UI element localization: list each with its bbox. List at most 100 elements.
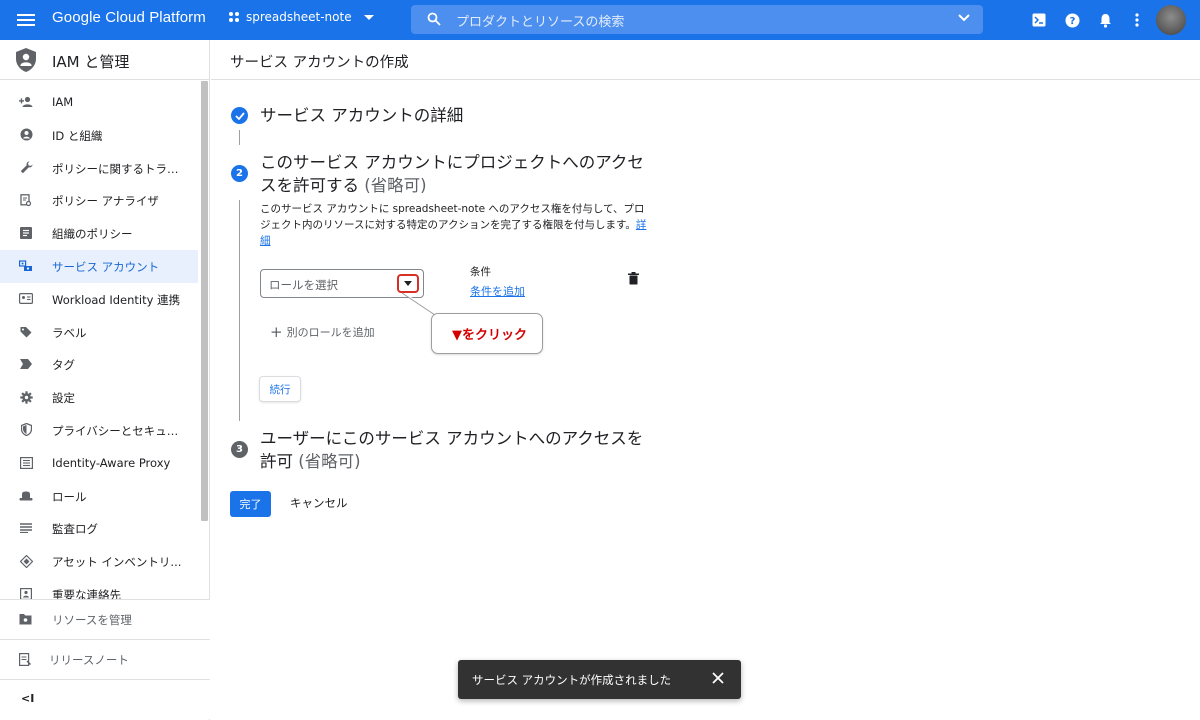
- sidebar-item-label: 監査ログ: [52, 522, 98, 537]
- sidebar-item-tags[interactable]: タグ: [0, 348, 198, 381]
- sidebar-item-workload-identity[interactable]: Workload Identity 連携: [0, 283, 198, 316]
- sidebar-item-roles[interactable]: ロール: [0, 480, 198, 513]
- more-vert-icon[interactable]: [1128, 11, 1146, 29]
- continue-button[interactable]: 続行: [259, 376, 301, 402]
- chevron-down-icon: [363, 14, 374, 20]
- cancel-button[interactable]: キャンセル: [290, 495, 348, 511]
- proxy-icon: [19, 456, 33, 470]
- delete-icon[interactable]: [628, 272, 639, 285]
- project-icon: [229, 12, 239, 22]
- release-notes-link[interactable]: リリースノート: [0, 639, 210, 679]
- sidebar-item-labels[interactable]: ラベル: [0, 316, 198, 349]
- sidebar-nav: IAM ID と組織 ポリシーに関するトラブ... ポリシー アナライザ 組織の…: [0, 86, 198, 611]
- folder-gear-icon: [19, 614, 32, 625]
- add-condition-link[interactable]: 条件を追加: [470, 283, 525, 299]
- collapse-icon: <I: [21, 692, 35, 705]
- learn-more-link[interactable]: 詳: [636, 219, 647, 231]
- sidebar-item-label: ロール: [52, 489, 87, 504]
- annotation-callout: ▼をクリック: [431, 313, 543, 354]
- label-icon: [19, 325, 33, 339]
- sidebar-item-label: プライバシーとセキュリ...: [52, 423, 187, 438]
- asset-icon: [19, 554, 33, 568]
- tag-icon: [19, 357, 33, 371]
- list-icon: [19, 521, 33, 535]
- sidebar-item-iap[interactable]: Identity-Aware Proxy: [0, 447, 198, 480]
- step-connector: [239, 130, 240, 145]
- step1-title[interactable]: サービス アカウントの詳細: [260, 104, 463, 127]
- step-connector: [239, 200, 240, 421]
- sidebar-item-label: ラベル: [52, 325, 87, 340]
- project-name: spreadsheet-note: [246, 10, 352, 24]
- step3-number: 3: [231, 441, 248, 458]
- shield-icon: [19, 423, 33, 437]
- condition-label: 条件: [470, 266, 491, 278]
- gear-icon: [19, 390, 33, 404]
- sidebar-header: IAM と管理: [0, 40, 210, 80]
- sidebar-item-label: ポリシー アナライザ: [52, 194, 159, 209]
- menu-icon[interactable]: [17, 11, 35, 29]
- add-role-label: 別のロールを追加: [286, 326, 375, 339]
- sidebar-item-org-policies[interactable]: 組織のポリシー: [0, 217, 198, 250]
- manage-resources-link[interactable]: リソースを管理: [0, 599, 210, 639]
- account-circle-icon: [19, 128, 33, 142]
- snackbar: サービス アカウントが作成されました: [458, 660, 741, 699]
- check-circle-icon: [231, 107, 248, 124]
- step2-title[interactable]: このサービス アカウントにプロジェクトへのアクセ スを許可する (省略可): [260, 151, 660, 197]
- learn-more-link-cont[interactable]: 細: [260, 235, 271, 247]
- sidebar-item-label: サービス アカウント: [52, 259, 160, 274]
- policy-search-icon: [19, 193, 33, 207]
- done-button[interactable]: 完了: [230, 491, 271, 517]
- sidebar-item-settings[interactable]: 設定: [0, 381, 198, 414]
- brand-title[interactable]: Google Cloud Platform: [52, 9, 206, 26]
- step2-description: このサービス アカウントに spreadsheet-note へのアクセス権を付…: [260, 203, 647, 247]
- sidebar-item-id-org[interactable]: ID と組織: [0, 119, 198, 152]
- sidebar-item-label: Workload Identity 連携: [52, 292, 181, 307]
- step3-title[interactable]: ユーザーにこのサービス アカウントへのアクセスを 許可 (省略可): [260, 427, 660, 473]
- wrench-icon: [19, 161, 33, 175]
- search-placeholder: プロダクトとリソースの検索: [456, 15, 625, 30]
- sidebar-item-iam[interactable]: IAM: [0, 86, 198, 119]
- project-selector[interactable]: spreadsheet-note: [228, 10, 374, 24]
- page-header: サービス アカウントの作成: [211, 40, 1200, 80]
- close-icon[interactable]: [712, 672, 724, 684]
- service-account-icon: [19, 259, 33, 273]
- role-hat-icon: [19, 489, 33, 503]
- list-alt-icon: [19, 226, 33, 240]
- sidebar-scrollbar[interactable]: [201, 81, 208, 521]
- release-notes-icon: [19, 653, 31, 666]
- sidebar-item-policy-analyzer[interactable]: ポリシー アナライザ: [0, 184, 198, 217]
- snackbar-message: サービス アカウントが作成されました: [472, 673, 672, 687]
- add-another-role-button[interactable]: + 別のロールを追加: [270, 324, 375, 340]
- chevron-down-icon[interactable]: [957, 13, 971, 23]
- terminal-icon[interactable]: [1030, 11, 1048, 29]
- callout-text: ▼をクリック: [452, 328, 527, 343]
- sidebar: IAM と管理 IAM ID と組織 ポリシーに関するトラブ... ポリシー ア…: [0, 40, 210, 720]
- sidebar-item-service-accounts[interactable]: サービス アカウント: [0, 249, 198, 283]
- collapse-sidebar-button[interactable]: <I: [0, 679, 210, 719]
- sidebar-item-asset-inventory[interactable]: アセット インベントリ...: [0, 545, 198, 578]
- top-bar: Google Cloud Platform spreadsheet-note プ…: [0, 0, 1200, 40]
- bell-icon[interactable]: [1096, 11, 1114, 29]
- sidebar-title: IAM と管理: [52, 53, 130, 71]
- svg-text:?: ?: [1069, 16, 1075, 27]
- identity-card-icon: [19, 292, 33, 306]
- sidebar-item-audit-logs[interactable]: 監査ログ: [0, 512, 198, 545]
- search-input[interactable]: プロダクトとリソースの検索: [411, 5, 983, 34]
- help-icon[interactable]: ?: [1063, 11, 1081, 29]
- manage-resources-label: リソースを管理: [52, 613, 132, 627]
- sidebar-item-label: 組織のポリシー: [52, 227, 133, 242]
- plus-icon: +: [270, 323, 283, 341]
- shield-icon: [16, 48, 36, 72]
- sidebar-item-label: タグ: [52, 358, 75, 373]
- sidebar-item-label: ポリシーに関するトラブ...: [52, 161, 187, 176]
- sidebar-item-label: ID と組織: [52, 128, 103, 143]
- sidebar-item-troubleshooter[interactable]: ポリシーに関するトラブ...: [0, 152, 198, 185]
- page-title: サービス アカウントの作成: [230, 55, 409, 71]
- sidebar-item-label: 設定: [52, 391, 75, 406]
- person-add-icon: [19, 95, 33, 109]
- sidebar-item-privacy-security[interactable]: プライバシーとセキュリ...: [0, 414, 198, 447]
- sidebar-item-label: IAM: [52, 95, 74, 109]
- release-notes-label: リリースノート: [49, 653, 129, 667]
- sidebar-item-label: アセット インベントリ...: [52, 555, 182, 570]
- avatar[interactable]: [1156, 5, 1186, 35]
